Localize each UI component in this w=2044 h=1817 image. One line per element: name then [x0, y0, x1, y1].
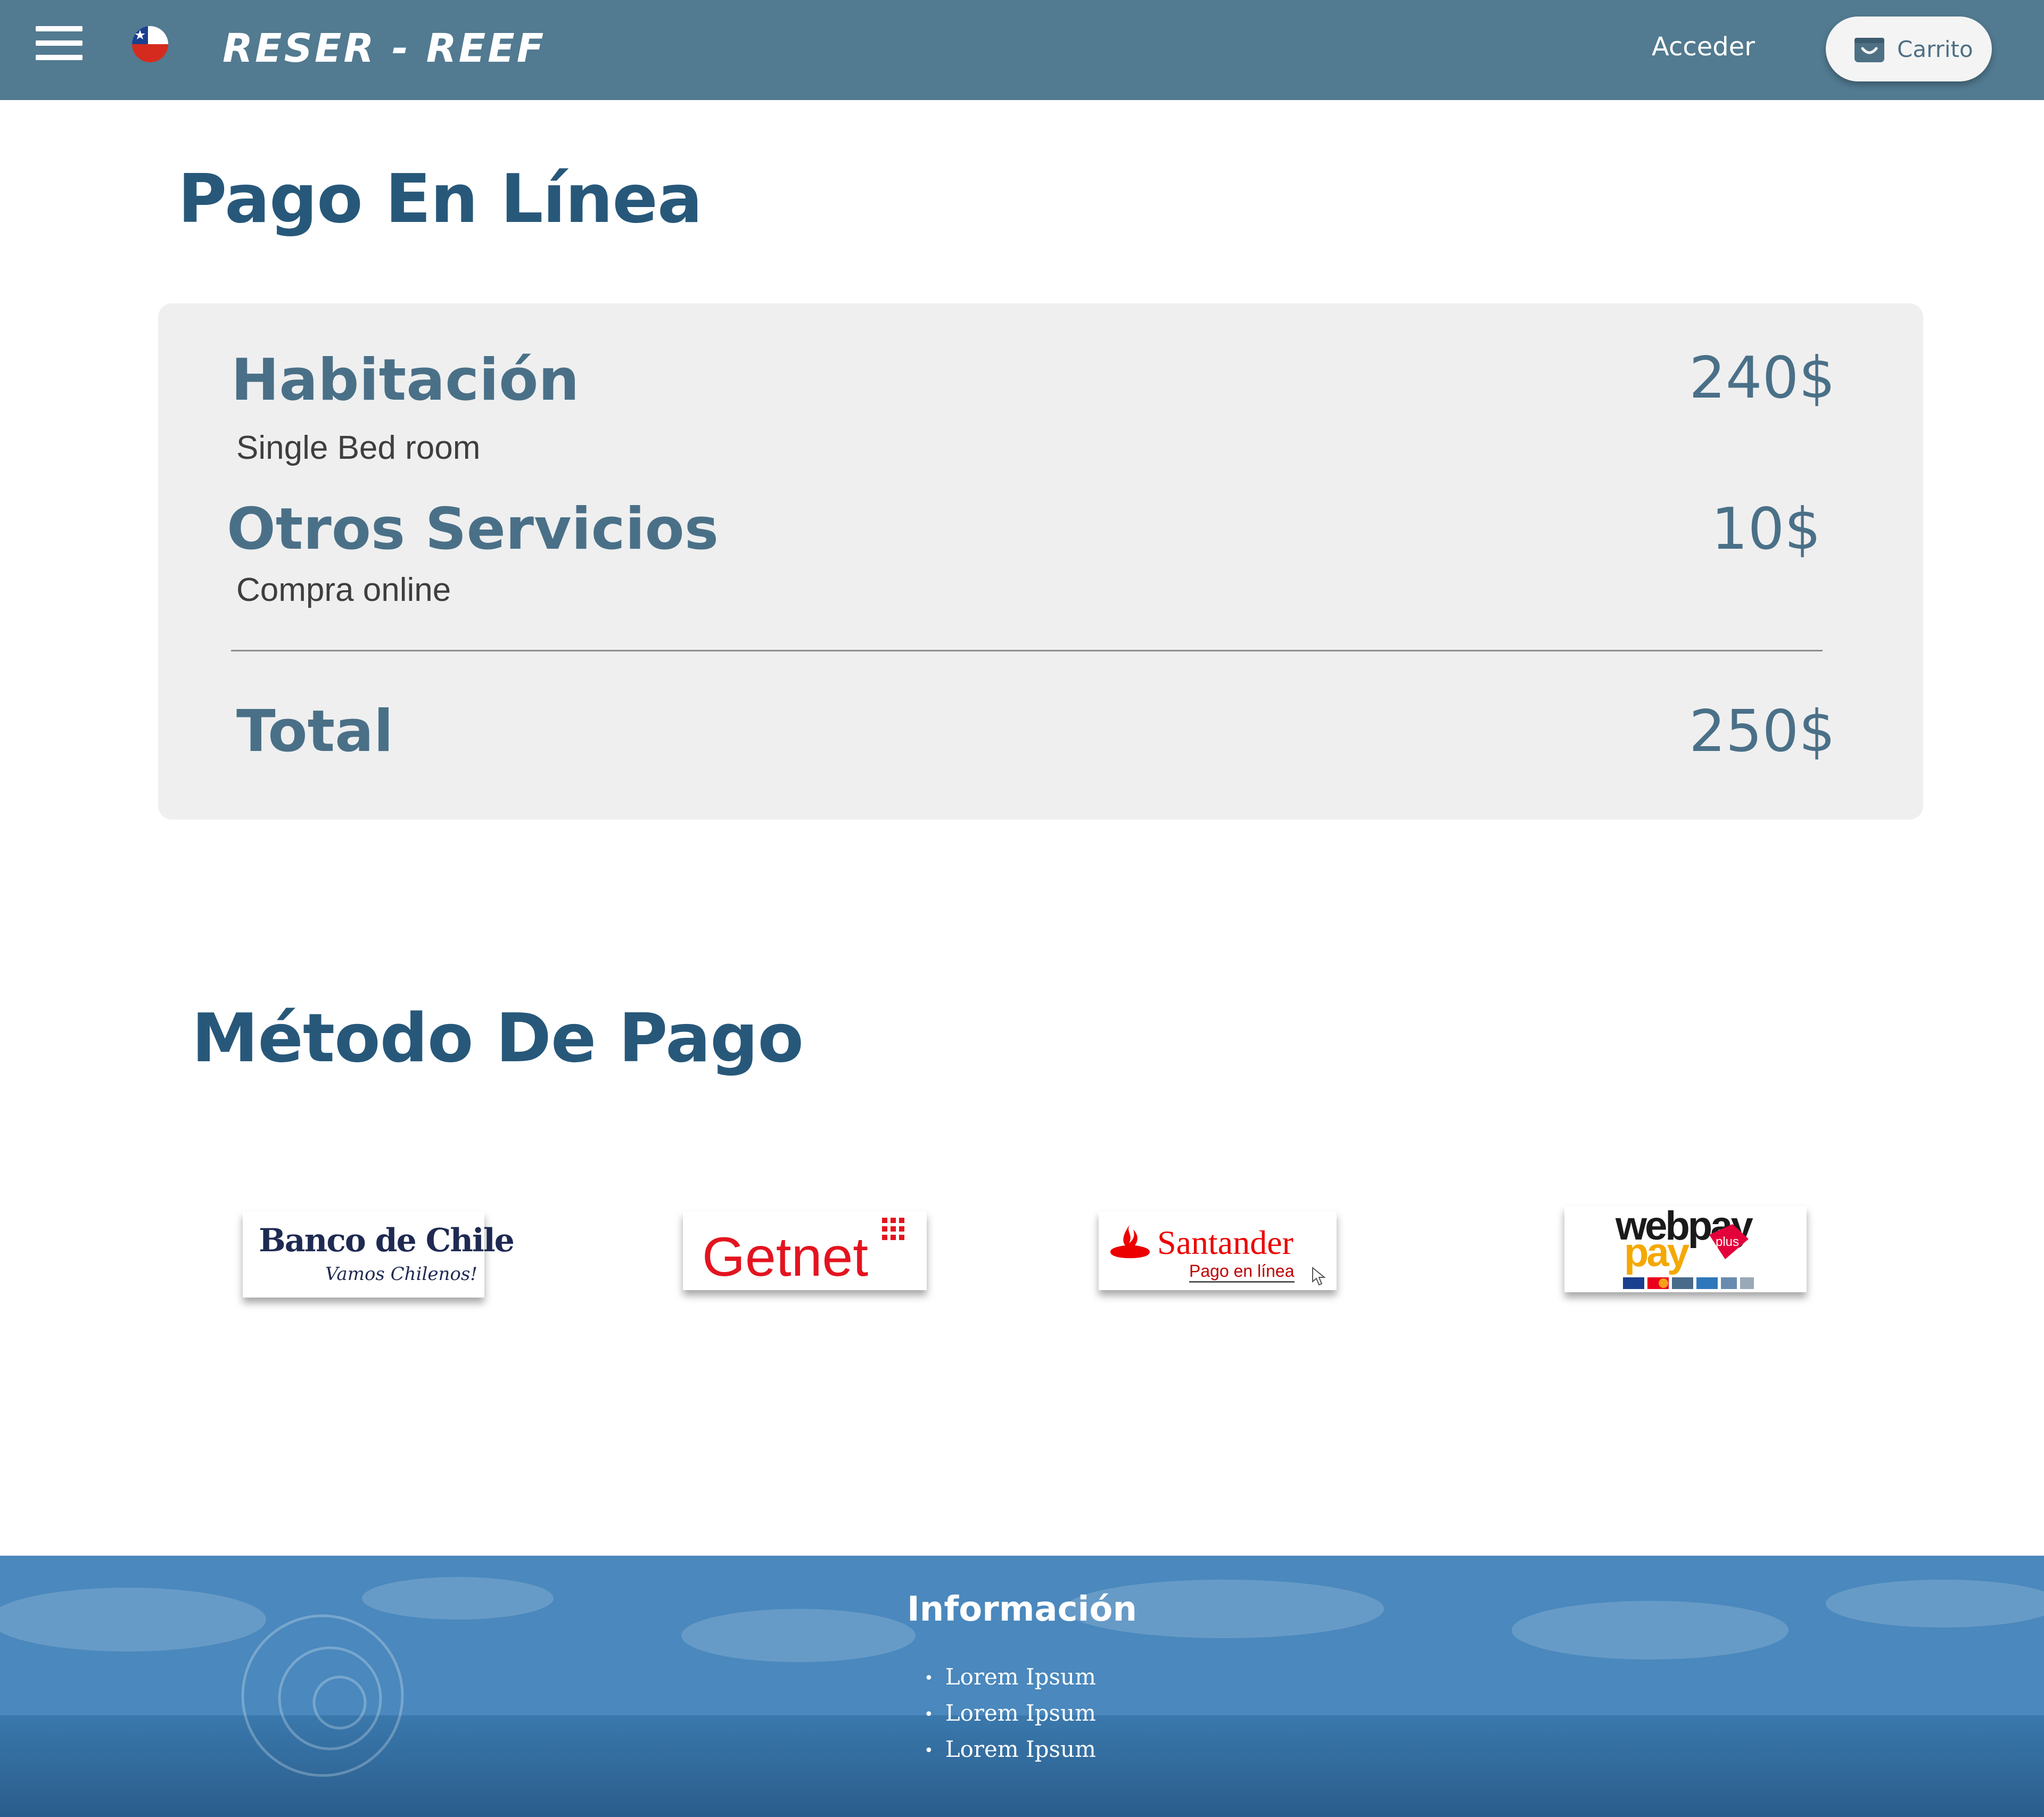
site-footer: Información Lorem Ipsum Lorem Ipsum Lore…: [0, 1556, 2044, 1817]
footer-link[interactable]: Lorem Ipsum: [924, 1659, 1096, 1695]
footer-link[interactable]: Lorem Ipsum: [924, 1731, 1096, 1768]
santander-logo-text: Santander: [1157, 1224, 1293, 1261]
page-title: Pago En Línea: [178, 160, 703, 238]
banco-de-chile-option[interactable]: Banco de Chile Vamos Chilenos!: [243, 1211, 515, 1298]
card-brands-icon: [1623, 1277, 1754, 1289]
santander-option[interactable]: Santander Pago en línea: [1099, 1211, 1337, 1290]
footer-links: Lorem Ipsum Lorem Ipsum Lorem Ipsum: [924, 1659, 1096, 1768]
cart-button[interactable]: Carrito: [1826, 16, 1992, 81]
footer-title: Información: [906, 1590, 1138, 1629]
shopping-bag-icon: [1855, 38, 1884, 62]
webpay-option[interactable]: webpay pay plus: [1564, 1203, 1807, 1292]
santander-tagline: Pago en línea: [1189, 1261, 1295, 1283]
cart-label: Carrito: [1897, 36, 1973, 62]
top-navbar: RESER - REEF Acceder Carrito: [0, 0, 2044, 100]
banco-de-chile-logo-text: Banco de Chile: [259, 1222, 515, 1259]
brand-logo[interactable]: RESER - REEF: [222, 19, 546, 78]
santander-flame-icon: [1110, 1224, 1150, 1258]
services-item-subtitle: Compra online: [236, 572, 451, 608]
getnet-logo-text: Getnet: [702, 1226, 869, 1288]
payment-method-title: Método De Pago: [192, 999, 804, 1077]
banco-de-chile-tagline: Vamos Chilenos!: [325, 1263, 477, 1285]
services-item-price: 10$: [1711, 496, 1821, 563]
room-item-subtitle: Single Bed room: [236, 430, 481, 466]
total-label: Total: [236, 698, 394, 765]
room-item-title: Habitación: [231, 347, 580, 414]
summary-divider: [231, 650, 1823, 651]
hamburger-menu-icon[interactable]: [36, 26, 83, 60]
chile-flag-icon[interactable]: [132, 26, 168, 62]
webpay-pay-text: pay: [1624, 1230, 1689, 1275]
services-item-title: Otros Servicios: [227, 496, 719, 563]
total-value: 250$: [1689, 698, 1835, 765]
getnet-dots-icon: [882, 1218, 904, 1240]
room-item-price: 240$: [1689, 345, 1835, 411]
login-link[interactable]: Acceder: [1629, 27, 1778, 67]
order-summary-card: Habitación Single Bed room 240$ Otros Se…: [158, 303, 1923, 820]
webpay-plus-label: plus: [1716, 1235, 1740, 1249]
cursor-pointer-icon: [1312, 1267, 1326, 1286]
footer-link[interactable]: Lorem Ipsum: [924, 1695, 1096, 1731]
getnet-option[interactable]: Getnet: [683, 1211, 927, 1290]
